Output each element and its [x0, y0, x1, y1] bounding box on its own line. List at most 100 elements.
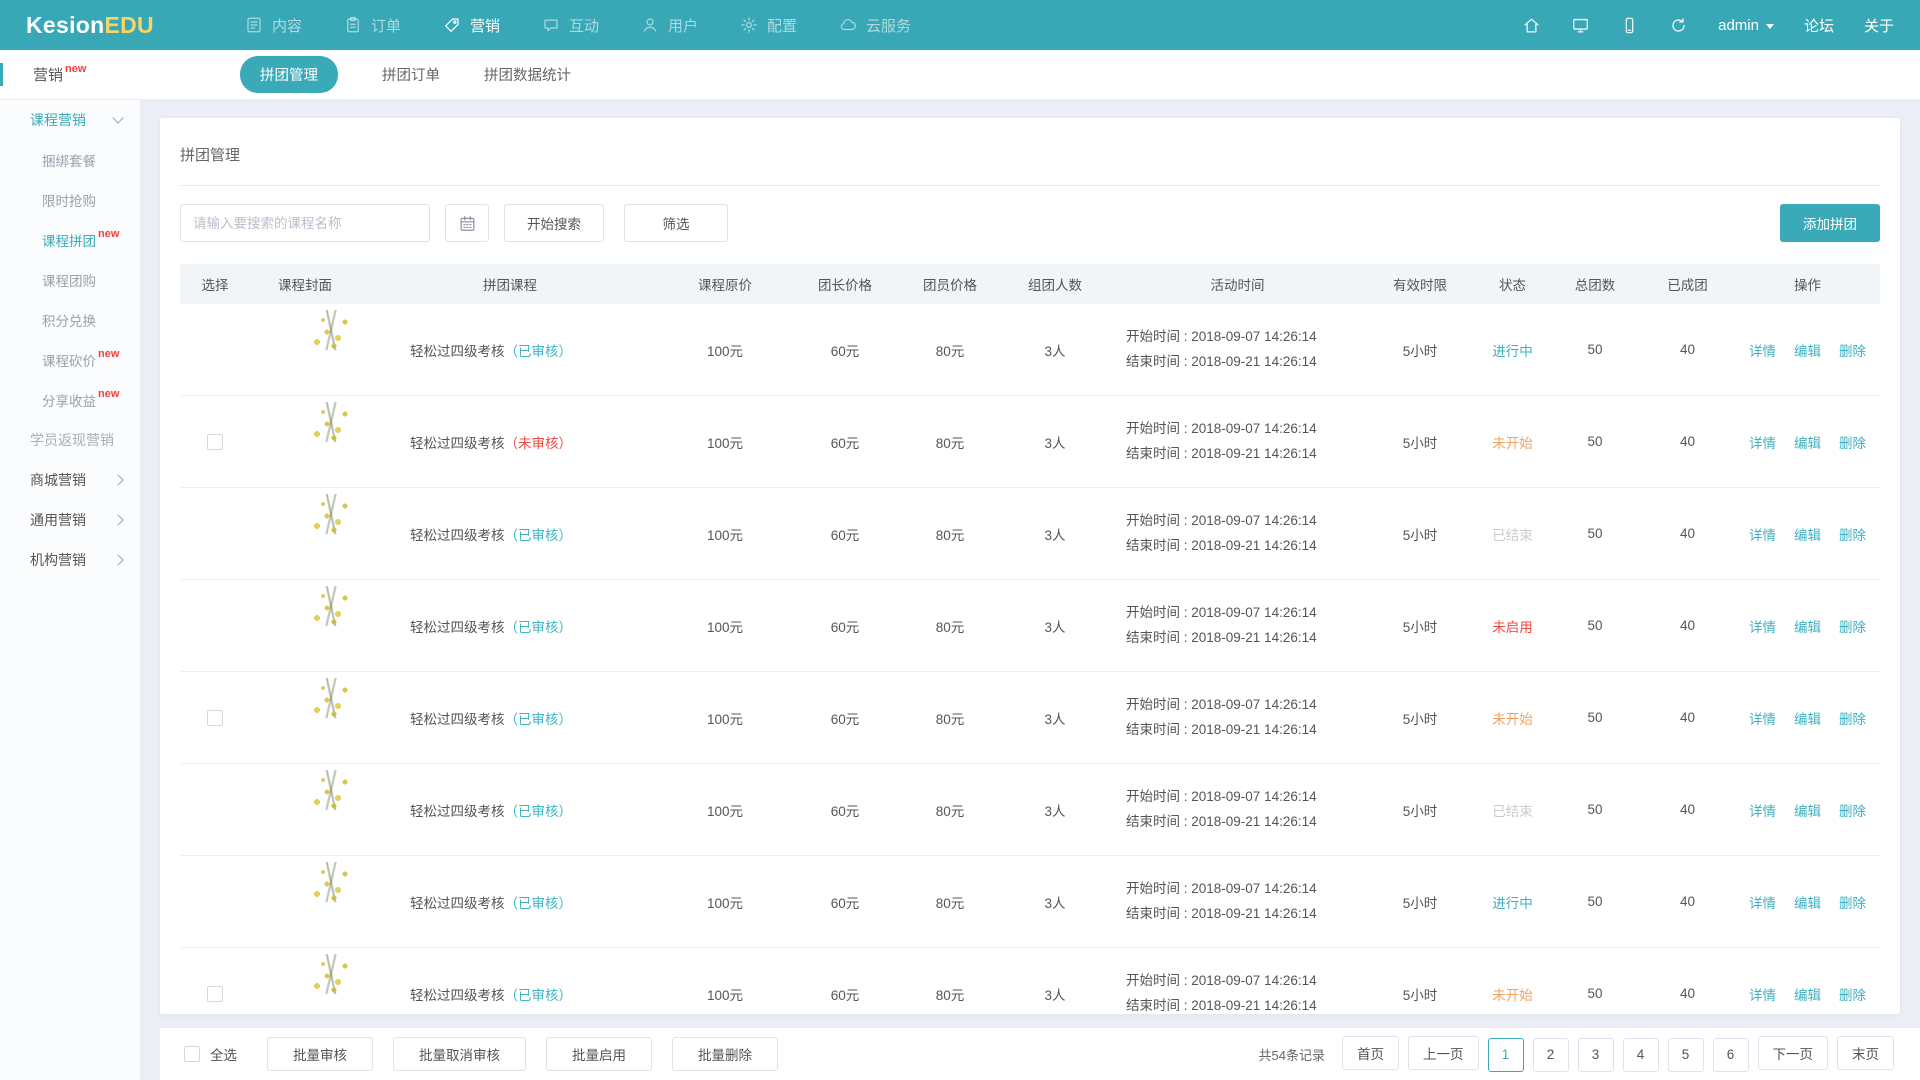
nav-item-settings[interactable]: 配置	[719, 0, 818, 50]
add-group-button[interactable]: 添加拼团	[1780, 204, 1880, 242]
tab-group-management[interactable]: 拼团管理	[240, 56, 338, 93]
delete-link[interactable]: 删除	[1839, 708, 1866, 728]
refresh-icon[interactable]	[1669, 16, 1688, 35]
edit-link[interactable]: 编辑	[1794, 432, 1821, 452]
detail-link[interactable]: 详情	[1749, 984, 1776, 1004]
detail-link[interactable]: 详情	[1749, 708, 1776, 728]
nav-item-orders[interactable]: 订单	[323, 0, 422, 50]
tab-group-statistics[interactable]: 拼团数据统计	[484, 56, 571, 93]
sidebar-item[interactable]: 机构营销	[0, 540, 140, 580]
row-checkbox[interactable]	[207, 986, 223, 1002]
detail-link[interactable]: 详情	[1749, 340, 1776, 360]
delete-link[interactable]: 删除	[1839, 432, 1866, 452]
valid-duration: 5小时	[1365, 524, 1475, 544]
table-body: 轻松过四级考核（已审核） 100元 60元 80元 3人 开始时间 : 2018…	[180, 304, 1880, 1014]
page-button[interactable]: 2	[1533, 1038, 1569, 1072]
nav-item-users[interactable]: 用户	[620, 0, 719, 50]
status-text: 未开始	[1475, 432, 1550, 452]
filter-button[interactable]: 筛选	[624, 204, 728, 242]
nav-item-marketing[interactable]: 营销	[422, 0, 521, 50]
status-text: 已结束	[1475, 800, 1550, 820]
page-button[interactable]: 4	[1623, 1038, 1659, 1072]
batch-button[interactable]: 批量审核	[267, 1037, 373, 1071]
sidebar-item[interactable]: 分享收益new	[0, 380, 140, 420]
nav-item-content[interactable]: 内容	[224, 0, 323, 50]
detail-link[interactable]: 详情	[1749, 892, 1776, 912]
end-time: 结束时间 : 2018-09-21 14:26:14	[1126, 442, 1365, 466]
delete-link[interactable]: 删除	[1839, 892, 1866, 912]
delete-link[interactable]: 删除	[1839, 340, 1866, 360]
table-row: 轻松过四级考核（已审核） 100元 60元 80元 3人 开始时间 : 2018…	[180, 856, 1880, 948]
edit-link[interactable]: 编辑	[1794, 524, 1821, 544]
page-button[interactable]: 下一页	[1758, 1036, 1829, 1070]
sidebar-item-label: 学员返现营销	[30, 430, 114, 450]
row-checkbox[interactable]	[207, 434, 223, 450]
sidebar-item[interactable]: 课程团购	[0, 260, 140, 300]
admin-menu[interactable]: admin	[1718, 17, 1774, 34]
batch-button[interactable]: 批量取消审核	[393, 1037, 526, 1071]
sidebar-item[interactable]: 捆绑套餐	[0, 140, 140, 180]
status-text: 已结束	[1475, 524, 1550, 544]
sidebar-item[interactable]: 课程营销	[0, 100, 140, 140]
search-input[interactable]	[180, 204, 430, 242]
activity-time-cell: 开始时间 : 2018-09-07 14:26:14 结束时间 : 2018-0…	[1110, 785, 1365, 834]
chevron-right-icon	[112, 474, 123, 485]
page-button[interactable]: 1	[1488, 1038, 1524, 1072]
page-button[interactable]: 5	[1668, 1038, 1704, 1072]
formed-groups: 40	[1640, 342, 1735, 357]
group-size: 3人	[1000, 616, 1110, 636]
sidebar-item[interactable]: 积分兑换	[0, 300, 140, 340]
delete-link[interactable]: 删除	[1839, 984, 1866, 1004]
row-actions: 详情编辑删除	[1735, 340, 1880, 360]
batch-button[interactable]: 批量启用	[546, 1037, 652, 1071]
delete-link[interactable]: 删除	[1839, 524, 1866, 544]
detail-link[interactable]: 详情	[1749, 524, 1776, 544]
row-actions: 详情编辑删除	[1735, 616, 1880, 636]
edit-link[interactable]: 编辑	[1794, 708, 1821, 728]
edit-link[interactable]: 编辑	[1794, 340, 1821, 360]
edit-link[interactable]: 编辑	[1794, 616, 1821, 636]
nav-label: 营销	[470, 15, 500, 36]
mobile-icon[interactable]	[1620, 16, 1639, 35]
detail-link[interactable]: 详情	[1749, 616, 1776, 636]
edit-link[interactable]: 编辑	[1794, 892, 1821, 912]
sidebar-item[interactable]: 商城营销	[0, 460, 140, 500]
tab-group-orders[interactable]: 拼团订单	[382, 56, 440, 93]
nav-item-interaction[interactable]: 互动	[521, 0, 620, 50]
page-button[interactable]: 3	[1578, 1038, 1614, 1072]
batch-button[interactable]: 批量删除	[672, 1037, 778, 1071]
app-logo[interactable]: KesionEDU	[26, 12, 154, 39]
column-header: 选择	[180, 274, 250, 294]
end-time: 结束时间 : 2018-09-21 14:26:14	[1126, 718, 1365, 742]
calendar-icon[interactable]	[445, 204, 489, 242]
page-button[interactable]: 首页	[1342, 1036, 1399, 1070]
edit-link[interactable]: 编辑	[1794, 800, 1821, 820]
about-link[interactable]: 关于	[1864, 15, 1894, 36]
select-all-checkbox[interactable]	[184, 1046, 200, 1062]
monitor-icon[interactable]	[1571, 16, 1590, 35]
sidebar-item[interactable]: 课程砍价new	[0, 340, 140, 380]
group-size: 3人	[1000, 708, 1110, 728]
select-all[interactable]: 全选	[184, 1044, 237, 1064]
nav-item-cloud[interactable]: 云服务	[818, 0, 932, 50]
home-icon[interactable]	[1522, 16, 1541, 35]
page-button[interactable]: 上一页	[1408, 1036, 1479, 1070]
start-search-button[interactable]: 开始搜索	[504, 204, 604, 242]
course-title: 轻松过四级考核	[410, 804, 505, 819]
edit-link[interactable]: 编辑	[1794, 984, 1821, 1004]
delete-link[interactable]: 删除	[1839, 800, 1866, 820]
detail-link[interactable]: 详情	[1749, 432, 1776, 452]
row-checkbox[interactable]	[207, 710, 223, 726]
sidebar-item[interactable]: 限时抢购	[0, 180, 140, 220]
sidebar-item[interactable]: 通用营销	[0, 500, 140, 540]
page-button[interactable]: 6	[1713, 1038, 1749, 1072]
valid-duration: 5小时	[1365, 340, 1475, 360]
sidebar-item[interactable]: 课程拼团new	[0, 220, 140, 260]
sidebar-item-label: 课程拼团	[42, 230, 96, 250]
row-select-cell	[180, 985, 250, 1001]
detail-link[interactable]: 详情	[1749, 800, 1776, 820]
page-button[interactable]: 末页	[1837, 1036, 1894, 1070]
sidebar-item[interactable]: 学员返现营销	[0, 420, 140, 460]
delete-link[interactable]: 删除	[1839, 616, 1866, 636]
forum-link[interactable]: 论坛	[1804, 15, 1834, 36]
